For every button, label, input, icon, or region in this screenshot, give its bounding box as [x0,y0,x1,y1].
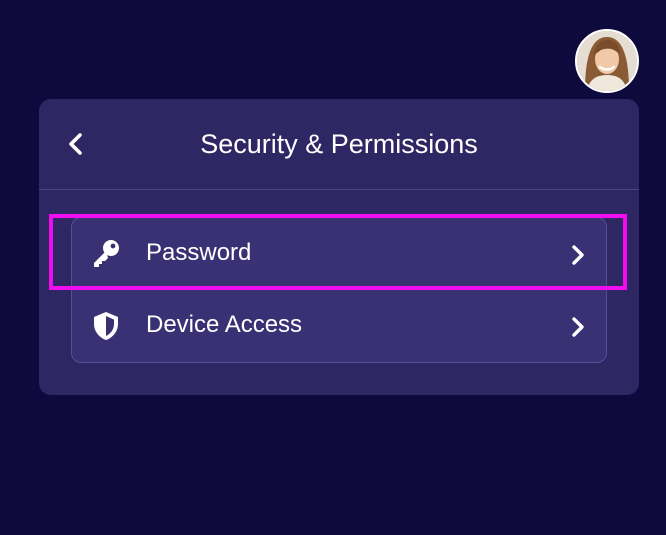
key-icon [88,236,124,272]
menu-item-password[interactable]: Password [72,218,606,290]
menu-item-label: Password [146,239,252,266]
page-title: Security & Permissions [200,129,478,159]
shield-icon [88,308,124,344]
menu-item-label: Device Access [146,311,303,338]
panel-header: Security & Permissions [39,99,639,190]
menu-item-device-access[interactable]: Device Access [72,290,606,362]
security-menu-list: Password Device Access [71,217,607,363]
chevron-right-icon [568,242,588,268]
avatar-photo-icon [577,31,637,91]
chevron-right-icon [568,314,588,340]
security-permissions-panel: Security & Permissions Password Device A… [39,99,639,395]
avatar[interactable] [575,29,639,93]
